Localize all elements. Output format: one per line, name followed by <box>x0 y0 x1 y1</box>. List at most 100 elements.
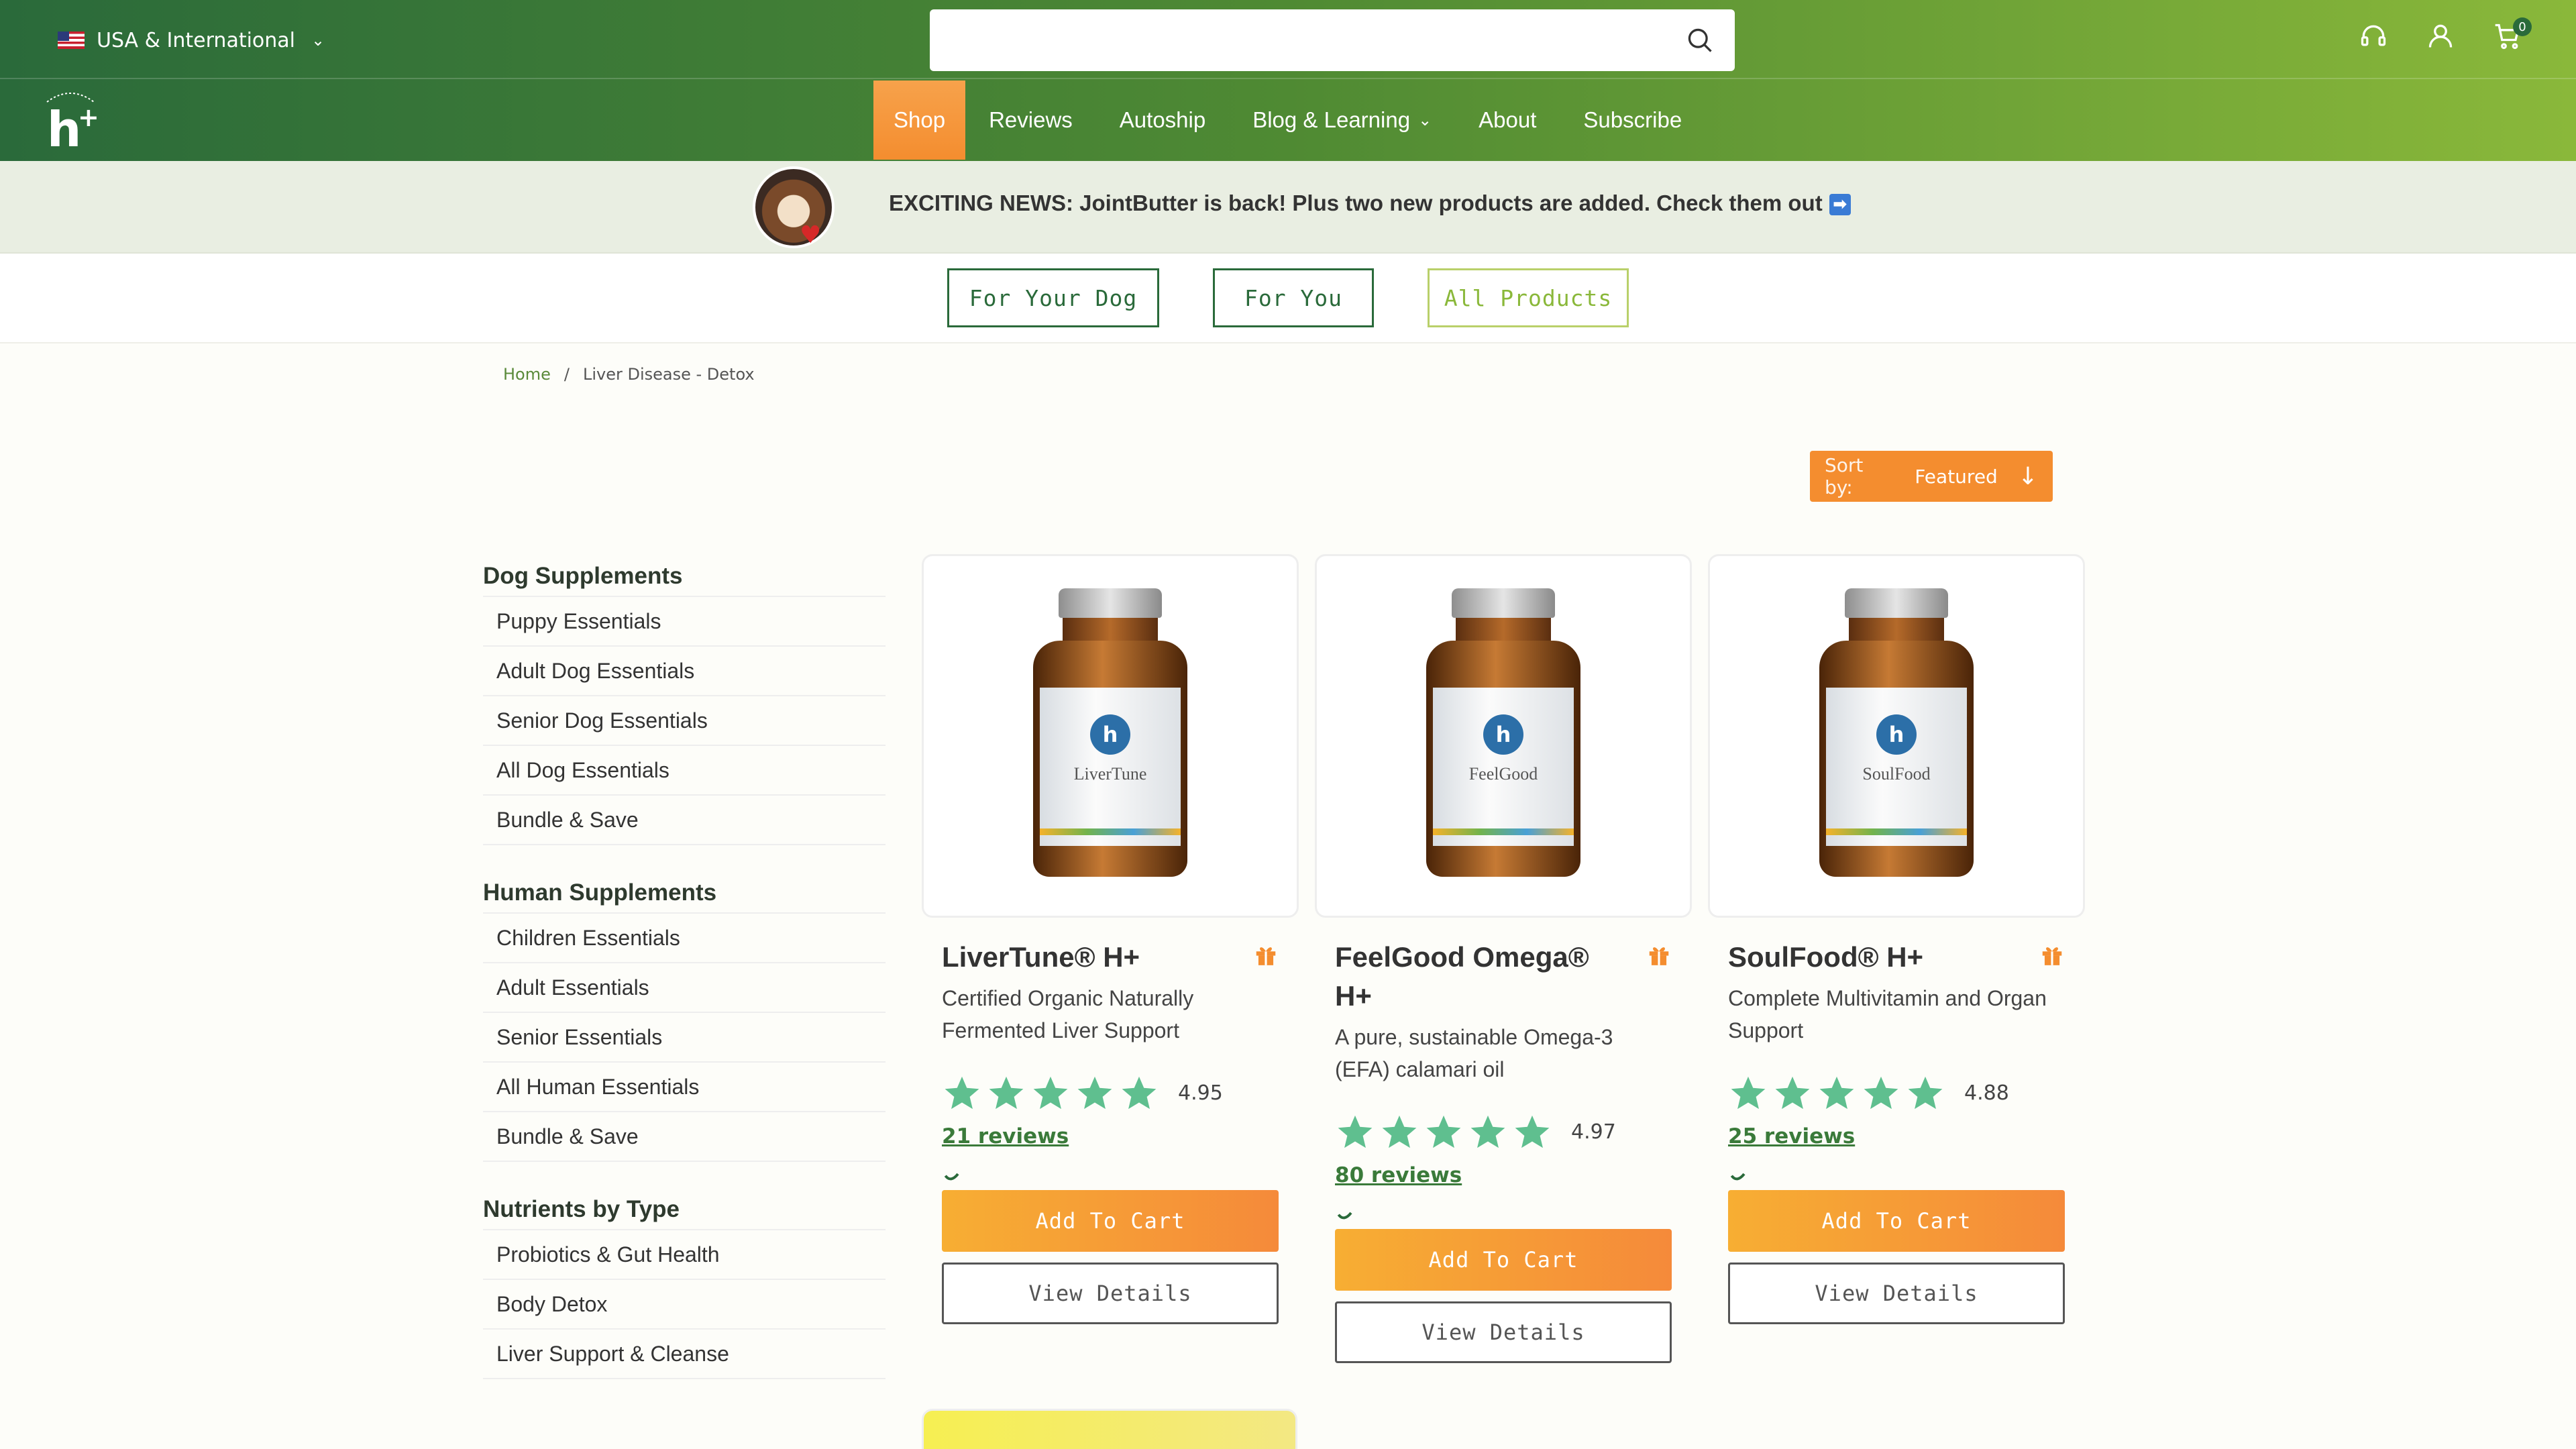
search-bar <box>930 9 1735 71</box>
loading-spinner-icon <box>1337 1212 1352 1220</box>
product-card: h SoulFood SoulFood® H+ Complete Multivi… <box>1708 554 2085 1324</box>
product-rating: 4.97 <box>1335 1112 1672 1151</box>
drdobias-h-plus-logo[interactable]: h + <box>40 87 101 152</box>
rating-score: 4.88 <box>1964 1081 2009 1105</box>
main-nav: Shop Reviews Autoship Blog & Learning ⌄ A… <box>873 80 1705 160</box>
top-bar: USA & International ⌄ 0 <box>0 0 2576 79</box>
jar-label-name: FeelGood <box>1468 764 1538 784</box>
sort-label: Sort by: <box>1825 454 1864 498</box>
rating-score: 4.95 <box>1178 1081 1223 1105</box>
breadcrumb-home[interactable]: Home <box>503 365 551 384</box>
announcement-bar[interactable]: ♥ EXCITING NEWS: JointButter is back! Pl… <box>0 161 2576 254</box>
sort-dropdown[interactable]: Sort by: Featured ↓ <box>1810 451 2053 502</box>
supplement-jar-image: h LiverTune <box>1033 588 1187 883</box>
sidebar-item-senior-essentials[interactable]: Senior Essentials <box>483 1013 885 1063</box>
jar-label-name: LiverTune <box>1073 764 1147 784</box>
sidebar-item-human-bundle-save[interactable]: Bundle & Save <box>483 1112 885 1162</box>
nav-about[interactable]: About <box>1455 80 1560 160</box>
add-to-cart-button[interactable]: Add To Cart <box>1728 1190 2065 1252</box>
star-icon <box>1908 1076 1943 1110</box>
search-icon[interactable] <box>1685 25 1715 55</box>
product-card: h FeelGood FeelGood Omega® H+ A pure, su… <box>1315 554 1692 1363</box>
gift-icon <box>2042 947 2062 965</box>
heart-icon: ♥ <box>800 221 822 249</box>
support-headset-icon[interactable] <box>2359 21 2388 51</box>
user-account-icon[interactable] <box>2426 21 2455 51</box>
sidebar-item-adult-dog-essentials[interactable]: Adult Dog Essentials <box>483 647 885 696</box>
star-icon <box>945 1076 979 1110</box>
filter-for-you[interactable]: For You <box>1213 268 1374 327</box>
breadcrumb-current: Liver Disease - Detox <box>582 365 755 384</box>
supplement-jar-image: h SoulFood <box>1819 588 1974 883</box>
sidebar-item-body-detox[interactable]: Body Detox <box>483 1280 885 1330</box>
sidebar-item-adult-essentials[interactable]: Adult Essentials <box>483 963 885 1013</box>
chevron-down-icon: ⌄ <box>1418 111 1432 129</box>
sidebar-group-dog-supplements: Dog Supplements Puppy Essentials Adult D… <box>483 557 885 845</box>
nav-shop[interactable]: Shop <box>873 80 966 160</box>
region-selector[interactable]: USA & International ⌄ <box>58 25 325 55</box>
reviews-link[interactable]: 25 reviews <box>1728 1124 2065 1148</box>
reviews-link[interactable]: 21 reviews <box>942 1124 1279 1148</box>
star-icon <box>1338 1115 1373 1148</box>
jar-label-name: SoulFood <box>1862 764 1931 784</box>
gift-icon <box>1649 947 1669 965</box>
product-card: h LiverTune LiverTune® H+ Certified Orga… <box>922 554 1299 1324</box>
product-rating: 4.95 <box>942 1073 1279 1112</box>
announcement-text[interactable]: EXCITING NEWS: JointButter is back! Plus… <box>889 191 1851 216</box>
nav-subscribe[interactable]: Subscribe <box>1560 80 1705 160</box>
star-icon <box>1122 1076 1157 1110</box>
cart-count-badge: 0 <box>2513 17 2532 36</box>
promo-card[interactable] <box>922 1409 1297 1449</box>
star-icon <box>1426 1115 1461 1148</box>
sort-value: Featured <box>1915 465 1998 488</box>
sidebar-item-puppy-essentials[interactable]: Puppy Essentials <box>483 597 885 647</box>
sidebar-item-senior-dog-essentials[interactable]: Senior Dog Essentials <box>483 696 885 746</box>
sidebar-item-probiotics-gut-health[interactable]: Probiotics & Gut Health <box>483 1230 885 1280</box>
chevron-down-icon: ⌄ <box>311 31 325 50</box>
star-icon <box>1819 1076 1854 1110</box>
star-icon <box>1382 1115 1417 1148</box>
sidebar-item-children-essentials[interactable]: Children Essentials <box>483 914 885 963</box>
product-image[interactable]: h LiverTune <box>922 554 1299 918</box>
product-name[interactable]: FeelGood Omega® H+ <box>1335 938 1630 1016</box>
view-details-button[interactable]: View Details <box>942 1263 1279 1324</box>
arrow-down-icon: ↓ <box>2017 462 2038 490</box>
view-details-button[interactable]: View Details <box>1728 1263 2065 1324</box>
sidebar-item-dog-bundle-save[interactable]: Bundle & Save <box>483 796 885 845</box>
sidebar-item-all-human-essentials[interactable]: All Human Essentials <box>483 1063 885 1112</box>
breadcrumb: Home / Liver Disease - Detox <box>503 365 755 384</box>
add-to-cart-button[interactable]: Add To Cart <box>1335 1229 1672 1291</box>
add-to-cart-button[interactable]: Add To Cart <box>942 1190 1279 1252</box>
sidebar-group-title[interactable]: Human Supplements <box>483 873 885 914</box>
product-image[interactable]: h FeelGood <box>1315 554 1692 918</box>
loading-spinner-icon <box>1730 1173 1746 1181</box>
product-description: Complete Multivitamin and Organ Support <box>1728 986 2047 1042</box>
product-description: Certified Organic Naturally Fermented Li… <box>942 986 1194 1042</box>
product-name[interactable]: LiverTune® H+ <box>942 938 1237 977</box>
filter-for-your-dog[interactable]: For Your Dog <box>947 268 1159 327</box>
sidebar-group-title[interactable]: Nutrients by Type <box>483 1190 885 1230</box>
sidebar-group-title[interactable]: Dog Supplements <box>483 557 885 597</box>
sidebar-item-liver-support-cleanse[interactable]: Liver Support & Cleanse <box>483 1330 885 1379</box>
product-image[interactable]: h SoulFood <box>1708 554 2085 918</box>
brand-badge-icon: h <box>1876 714 1917 755</box>
view-details-button[interactable]: View Details <box>1335 1301 1672 1363</box>
filter-all-products[interactable]: All Products <box>1428 268 1629 327</box>
product-name[interactable]: SoulFood® H+ <box>1728 938 2023 977</box>
search-input[interactable] <box>930 9 1735 71</box>
cart-button[interactable]: 0 <box>2493 17 2532 51</box>
sidebar-item-all-dog-essentials[interactable]: All Dog Essentials <box>483 746 885 796</box>
loading-spinner-icon <box>944 1173 959 1181</box>
reviews-link[interactable]: 80 reviews <box>1335 1163 1672 1187</box>
nav-reviews[interactable]: Reviews <box>965 80 1096 160</box>
arrow-right-icon: ➡ <box>1829 194 1851 216</box>
nav-autoship[interactable]: Autoship <box>1096 80 1229 160</box>
sidebar-group-human-supplements: Human Supplements Children Essentials Ad… <box>483 873 885 1162</box>
nav-blog-learning[interactable]: Blog & Learning ⌄ <box>1229 80 1455 160</box>
star-icon <box>1515 1115 1550 1148</box>
product-rating: 4.88 <box>1728 1073 2065 1112</box>
rating-score: 4.97 <box>1571 1120 1616 1144</box>
sidebar-group-nutrients-by-type: Nutrients by Type Probiotics & Gut Healt… <box>483 1190 885 1379</box>
category-sidebar: Dog Supplements Puppy Essentials Adult D… <box>483 557 885 1407</box>
star-icon <box>1033 1076 1068 1110</box>
